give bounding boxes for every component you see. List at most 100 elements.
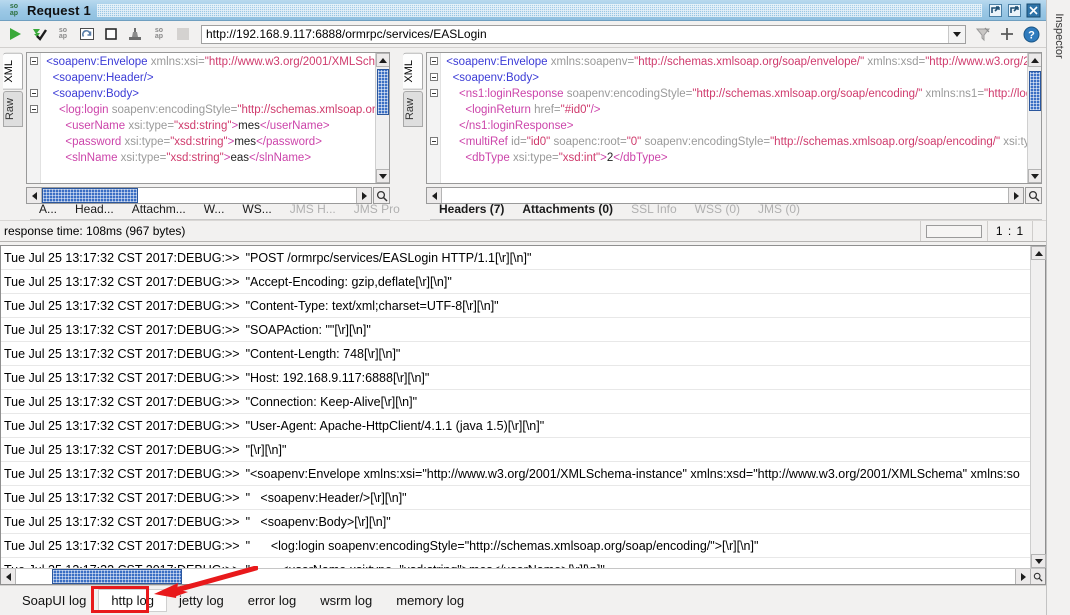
tab-auth[interactable]: A... [30, 202, 66, 216]
log-row[interactable]: Tue Jul 25 13:17:32 CST 2017:DEBUG:>>" <… [1, 486, 1030, 510]
log-row[interactable]: Tue Jul 25 13:17:32 CST 2017:DEBUG:>> "Co… [1, 294, 1030, 318]
request-xml-tab[interactable]: XML [3, 53, 23, 90]
log-row[interactable]: Tue Jul 25 13:17:32 CST 2017:DEBUG:>> "Ac… [1, 270, 1030, 294]
scroll-down-icon[interactable] [1028, 169, 1041, 183]
bottom-tab-soapui-log[interactable]: SoapUI log [10, 590, 98, 611]
format-xml-button[interactable]: so ap [53, 24, 73, 44]
xml-token: <log:login [58, 104, 112, 116]
log-timestamp: Tue Jul 25 13:17:32 CST 2017:DEBUG:>> [4, 466, 240, 481]
log-row[interactable]: Tue Jul 25 13:17:32 CST 2017:DEBUG:>>" <… [1, 510, 1030, 534]
log-message: "SOAPAction: ""[\r][\n]" [245, 322, 371, 337]
request-xml-content[interactable]: <soapenv:Envelope xmlns:xsi="http://www.… [43, 53, 375, 183]
fold-toggle[interactable] [30, 89, 38, 97]
request-endpoint-combobox[interactable]: http://192.168.9.117:6888/ormrpc/service… [201, 24, 966, 44]
inspector-strip[interactable]: Inspector [1046, 0, 1070, 615]
scroll-right-icon[interactable] [1015, 569, 1030, 584]
stop-button[interactable] [101, 24, 121, 44]
fold-toggle[interactable] [30, 105, 38, 113]
log-find-icon[interactable] [1030, 569, 1045, 584]
xml-token: mes [238, 120, 260, 132]
submit-request-button[interactable] [5, 24, 25, 44]
log-row[interactable]: Tue Jul 25 13:17:32 CST 2017:DEBUG:>> "SO… [1, 318, 1030, 342]
fold-toggle[interactable] [430, 89, 438, 97]
scroll-up-icon[interactable] [376, 53, 389, 67]
request-vertical-scrollbar[interactable] [375, 53, 389, 183]
xml-token: <userName [65, 120, 129, 132]
xml-token: <soapenv:Header/> [52, 72, 154, 84]
close-window-button[interactable] [1026, 3, 1041, 18]
log-row-list[interactable]: Tue Jul 25 13:17:32 CST 2017:DEBUG:>> "PO… [1, 246, 1030, 568]
validate-response-button[interactable] [29, 24, 49, 44]
log-row[interactable]: Tue Jul 25 13:17:32 CST 2017:DEBUG:>>" <… [1, 534, 1030, 558]
bottom-tab-memory-log[interactable]: memory log [384, 590, 476, 611]
log-message: " <log:login soapenv:encodingStyle="http… [245, 538, 759, 553]
bottom-tab-jetty-log[interactable]: jetty log [167, 590, 236, 611]
fold-toggle[interactable] [430, 73, 438, 81]
tab-response-headers[interactable]: Headers (7) [430, 202, 513, 216]
tab-wss[interactable]: W... [195, 202, 234, 216]
xml-line: <multiRef id="id0" soapenc:root="0" soap… [443, 134, 1027, 150]
log-timestamp: Tue Jul 25 13:17:32 CST 2017:DEBUG:>> [4, 250, 240, 265]
tab-response-attachments[interactable]: Attachments (0) [513, 202, 622, 216]
tab-response-wss[interactable]: WSS (0) [686, 202, 749, 216]
scroll-left-icon[interactable] [1, 569, 16, 584]
xml-token: "http://schemas.xmlsoap.org/soap/encodin… [692, 88, 926, 100]
maximize-window-button[interactable] [1007, 3, 1022, 18]
chevron-down-icon[interactable] [948, 25, 965, 43]
help-icon[interactable]: ? [1021, 24, 1041, 44]
log-row[interactable]: Tue Jul 25 13:17:32 CST 2017:DEBUG:>> "[\… [1, 438, 1030, 462]
log-row[interactable]: Tue Jul 25 13:17:32 CST 2017:DEBUG:>> "Co… [1, 342, 1030, 366]
scroll-down-icon[interactable] [376, 169, 389, 183]
log-timestamp: Tue Jul 25 13:17:32 CST 2017:DEBUG:>> [4, 490, 240, 505]
response-xml-content[interactable]: <soapenv:Envelope xmlns:soapenv="http://… [443, 53, 1027, 183]
endpoint-url-value[interactable]: http://192.168.9.117:6888/ormrpc/service… [202, 27, 948, 41]
add-to-testcase-button[interactable] [125, 24, 145, 44]
tab-jms-headers[interactable]: JMS H... [281, 202, 345, 216]
log-row[interactable]: Tue Jul 25 13:17:32 CST 2017:DEBUG:>> "Co… [1, 390, 1030, 414]
scrollbar-thumb[interactable] [52, 569, 182, 584]
fold-toggle[interactable] [430, 137, 438, 145]
bottom-tab-error-log[interactable]: error log [236, 590, 308, 611]
scrollbar-thumb[interactable] [377, 69, 389, 115]
scrollbar-track[interactable] [16, 569, 1015, 584]
response-xml-viewer[interactable]: <soapenv:Envelope xmlns:soapenv="http://… [426, 52, 1042, 184]
fold-toggle[interactable] [430, 57, 438, 65]
http-log-panel: Tue Jul 25 13:17:32 CST 2017:DEBUG:>> "PO… [0, 245, 1046, 585]
log-vertical-scrollbar[interactable] [1030, 246, 1046, 568]
log-row[interactable]: Tue Jul 25 13:17:32 CST 2017:DEBUG:>> "<s… [1, 462, 1030, 486]
create-empty-message-button[interactable]: so ap [149, 24, 169, 44]
ratio-cell: 1 : 1 [987, 221, 1032, 241]
log-row[interactable]: Tue Jul 25 13:17:32 CST 2017:DEBUG:>> "Ho… [1, 366, 1030, 390]
tab-wsa[interactable]: WS... [233, 202, 280, 216]
scrollbar-thumb[interactable] [1029, 71, 1041, 111]
log-row[interactable]: Tue Jul 25 13:17:32 CST 2017:DEBUG:>>" <… [1, 558, 1030, 569]
tab-headers[interactable]: Head... [66, 202, 123, 216]
recreate-request-button[interactable] [77, 24, 97, 44]
xml-token: "0" [626, 136, 645, 148]
request-raw-tab[interactable]: Raw [3, 90, 23, 127]
plus-icon[interactable] [997, 24, 1017, 44]
scroll-up-icon[interactable] [1031, 246, 1046, 260]
tab-response-jms[interactable]: JMS (0) [749, 202, 809, 216]
scroll-up-icon[interactable] [1028, 53, 1041, 67]
log-horizontal-scrollbar[interactable] [1, 568, 1045, 584]
response-vertical-scrollbar[interactable] [1027, 53, 1041, 183]
restore-window-button[interactable] [988, 3, 1003, 18]
titlebar-drag-area[interactable] [96, 3, 982, 17]
tab-ssl-info[interactable]: SSL Info [622, 202, 686, 216]
xml-token: "xsd:string" [170, 136, 228, 148]
request-xml-viewer[interactable]: <soapenv:Envelope xmlns:xsi="http://www.… [26, 52, 390, 184]
fold-toggle[interactable] [30, 57, 38, 65]
status-bar-right: 1 : 1 [920, 221, 1046, 241]
log-row[interactable]: Tue Jul 25 13:17:32 CST 2017:DEBUG:>> "PO… [1, 246, 1030, 270]
disabled-tool-button [173, 24, 193, 44]
response-raw-tab[interactable]: Raw [403, 90, 423, 127]
xml-token: xmlns:xsd= [867, 56, 926, 68]
response-xml-tab[interactable]: XML [403, 53, 423, 90]
bottom-tab-wsrm-log[interactable]: wsrm log [308, 590, 384, 611]
log-row[interactable]: Tue Jul 25 13:17:32 CST 2017:DEBUG:>> "Us… [1, 414, 1030, 438]
bottom-tab-http-log[interactable]: http log [98, 589, 167, 612]
scroll-down-icon[interactable] [1031, 554, 1046, 568]
filter-button[interactable] [973, 24, 993, 44]
tab-attachments[interactable]: Attachm... [123, 202, 195, 216]
